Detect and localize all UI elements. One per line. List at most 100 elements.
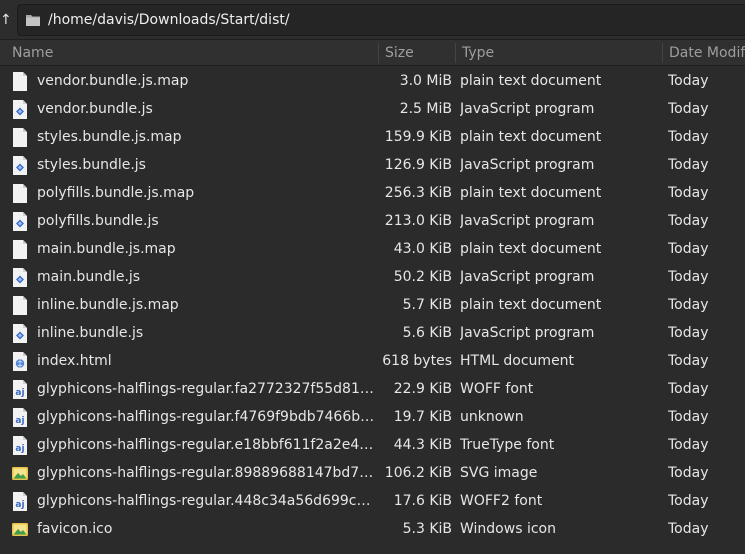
file-type: JavaScript program (460, 213, 595, 229)
font-file-icon: aj (10, 431, 30, 459)
path-field[interactable]: /home/davis/Downloads/Start/dist/ (17, 4, 745, 36)
file-row[interactable]: polyfills.bundle.js 213.0 KiB JavaScript p… (0, 207, 745, 235)
file-list[interactable]: Name Size Type Date Modifi vendor.bundle… (0, 40, 745, 554)
column-size[interactable]: Size (379, 40, 455, 66)
column-date[interactable]: Date Modifi (663, 40, 745, 66)
file-type: plain text document (460, 297, 602, 313)
file-date: Today (668, 381, 709, 397)
file-date: Today (668, 213, 709, 229)
file-type: Windows icon (460, 521, 556, 537)
file-row[interactable]: aj glyphicons-halflings-regular.f4769f9bd… (0, 403, 745, 431)
file-row[interactable]: inline.bundle.js.map 5.7 KiB plain text do… (0, 291, 745, 319)
file-size: 5.7 KiB (402, 297, 452, 313)
file-name: inline.bundle.js.map (37, 297, 179, 313)
column-type[interactable]: Type (456, 40, 661, 66)
file-size: 159.9 KiB (384, 129, 452, 145)
file-type: WOFF2 font (460, 493, 543, 509)
svg-text:aj: aj (15, 416, 24, 426)
file-size: 43.0 KiB (393, 241, 452, 257)
file-size: 2.5 MiB (399, 101, 452, 117)
script-file-icon (10, 151, 30, 179)
file-type: HTML document (460, 353, 575, 369)
text-file-icon (10, 291, 30, 319)
file-name: glyphicons-halflings-regular.fa2772327f5… (37, 381, 377, 397)
file-date: Today (668, 297, 709, 313)
text-file-icon (10, 235, 30, 263)
file-name: main.bundle.js (37, 269, 141, 285)
file-size: 3.0 MiB (399, 73, 452, 89)
file-type: JavaScript program (460, 325, 595, 341)
script-file-icon (10, 95, 30, 123)
font-file-icon: aj (10, 487, 30, 515)
up-arrow-icon[interactable]: ↑ (0, 12, 9, 28)
file-row[interactable]: favicon.ico 5.3 KiB Windows icon Today (0, 515, 745, 543)
font-file-icon: aj (10, 375, 30, 403)
file-row[interactable]: styles.bundle.js 126.9 KiB JavaScript prog… (0, 151, 745, 179)
file-row[interactable]: polyfills.bundle.js.map 256.3 KiB plain te… (0, 179, 745, 207)
font-file-icon: aj (10, 403, 30, 431)
file-name: polyfills.bundle.js (37, 213, 159, 229)
svg-text:aj: aj (15, 500, 24, 510)
file-row[interactable]: aj glyphicons-halflings-regular.448c34a56… (0, 487, 745, 515)
file-size: 126.9 KiB (384, 157, 452, 173)
file-date: Today (668, 73, 709, 89)
file-type: unknown (460, 409, 524, 425)
file-row[interactable]: inline.bundle.js 5.6 KiB JavaScript progra… (0, 319, 745, 347)
location-bar: ↑ /home/davis/Downloads/Start/dist/ (0, 0, 745, 40)
file-date: Today (668, 521, 709, 537)
file-type: WOFF font (460, 381, 534, 397)
file-size: 22.9 KiB (393, 381, 452, 397)
svg-text:aj: aj (15, 388, 24, 398)
path-text: /home/davis/Downloads/Start/dist/ (48, 12, 290, 28)
file-date: Today (668, 493, 709, 509)
file-name: main.bundle.js.map (37, 241, 176, 257)
file-name: glyphicons-halflings-regular.e18bbf611f2… (37, 437, 377, 453)
svg-text:aj: aj (15, 444, 24, 454)
file-date: Today (668, 269, 709, 285)
file-row[interactable]: aj glyphicons-halflings-regular.e18bbf611… (0, 431, 745, 459)
image-file-icon (10, 515, 30, 543)
script-file-icon (10, 263, 30, 291)
file-type: plain text document (460, 73, 602, 89)
file-name: styles.bundle.js.map (37, 129, 182, 145)
file-date: Today (668, 101, 709, 117)
file-type: JavaScript program (460, 157, 595, 173)
file-row[interactable]: main.bundle.js.map 43.0 KiB plain text doc… (0, 235, 745, 263)
file-row[interactable]: glyphicons-halflings-regular.89889688147… (0, 459, 745, 487)
file-name: vendor.bundle.js.map (37, 73, 189, 89)
file-name: glyphicons-halflings-regular.f4769f9bdb7… (37, 409, 377, 425)
file-date: Today (668, 409, 709, 425)
file-name: glyphicons-halflings-regular.89889688147… (37, 465, 377, 481)
file-row[interactable]: vendor.bundle.js.map 3.0 MiB plain text do… (0, 67, 745, 95)
file-name: favicon.ico (37, 521, 113, 537)
script-file-icon (10, 319, 30, 347)
file-size: 213.0 KiB (384, 213, 452, 229)
file-size: 50.2 KiB (393, 269, 452, 285)
column-name[interactable]: Name (6, 40, 380, 66)
file-size: 618 bytes (382, 353, 452, 369)
file-size: 106.2 KiB (384, 465, 452, 481)
file-row[interactable]: vendor.bundle.js 2.5 MiB JavaScript progra… (0, 95, 745, 123)
file-type: plain text document (460, 185, 602, 201)
file-name: inline.bundle.js (37, 325, 144, 341)
file-type: JavaScript program (460, 101, 595, 117)
text-file-icon (10, 179, 30, 207)
file-date: Today (668, 325, 709, 341)
file-date: Today (668, 241, 709, 257)
file-name: vendor.bundle.js (37, 101, 153, 117)
file-size: 44.3 KiB (393, 437, 452, 453)
file-row[interactable]: styles.bundle.js.map 159.9 KiB plain text … (0, 123, 745, 151)
file-type: TrueType font (460, 437, 555, 453)
file-row[interactable]: main.bundle.js 50.2 KiB JavaScript program… (0, 263, 745, 291)
column-header: Name Size Type Date Modifi (0, 40, 745, 66)
file-date: Today (668, 185, 709, 201)
file-type: plain text document (460, 241, 602, 257)
file-date: Today (668, 129, 709, 145)
file-row[interactable]: aj glyphicons-halflings-regular.fa2772327… (0, 375, 745, 403)
html-file-icon (10, 347, 30, 375)
file-row[interactable]: index.html 618 bytes HTML document Today (0, 347, 745, 375)
file-date: Today (668, 437, 709, 453)
file-type: plain text document (460, 129, 602, 145)
file-name: styles.bundle.js (37, 157, 146, 173)
file-size: 5.3 KiB (402, 521, 452, 537)
